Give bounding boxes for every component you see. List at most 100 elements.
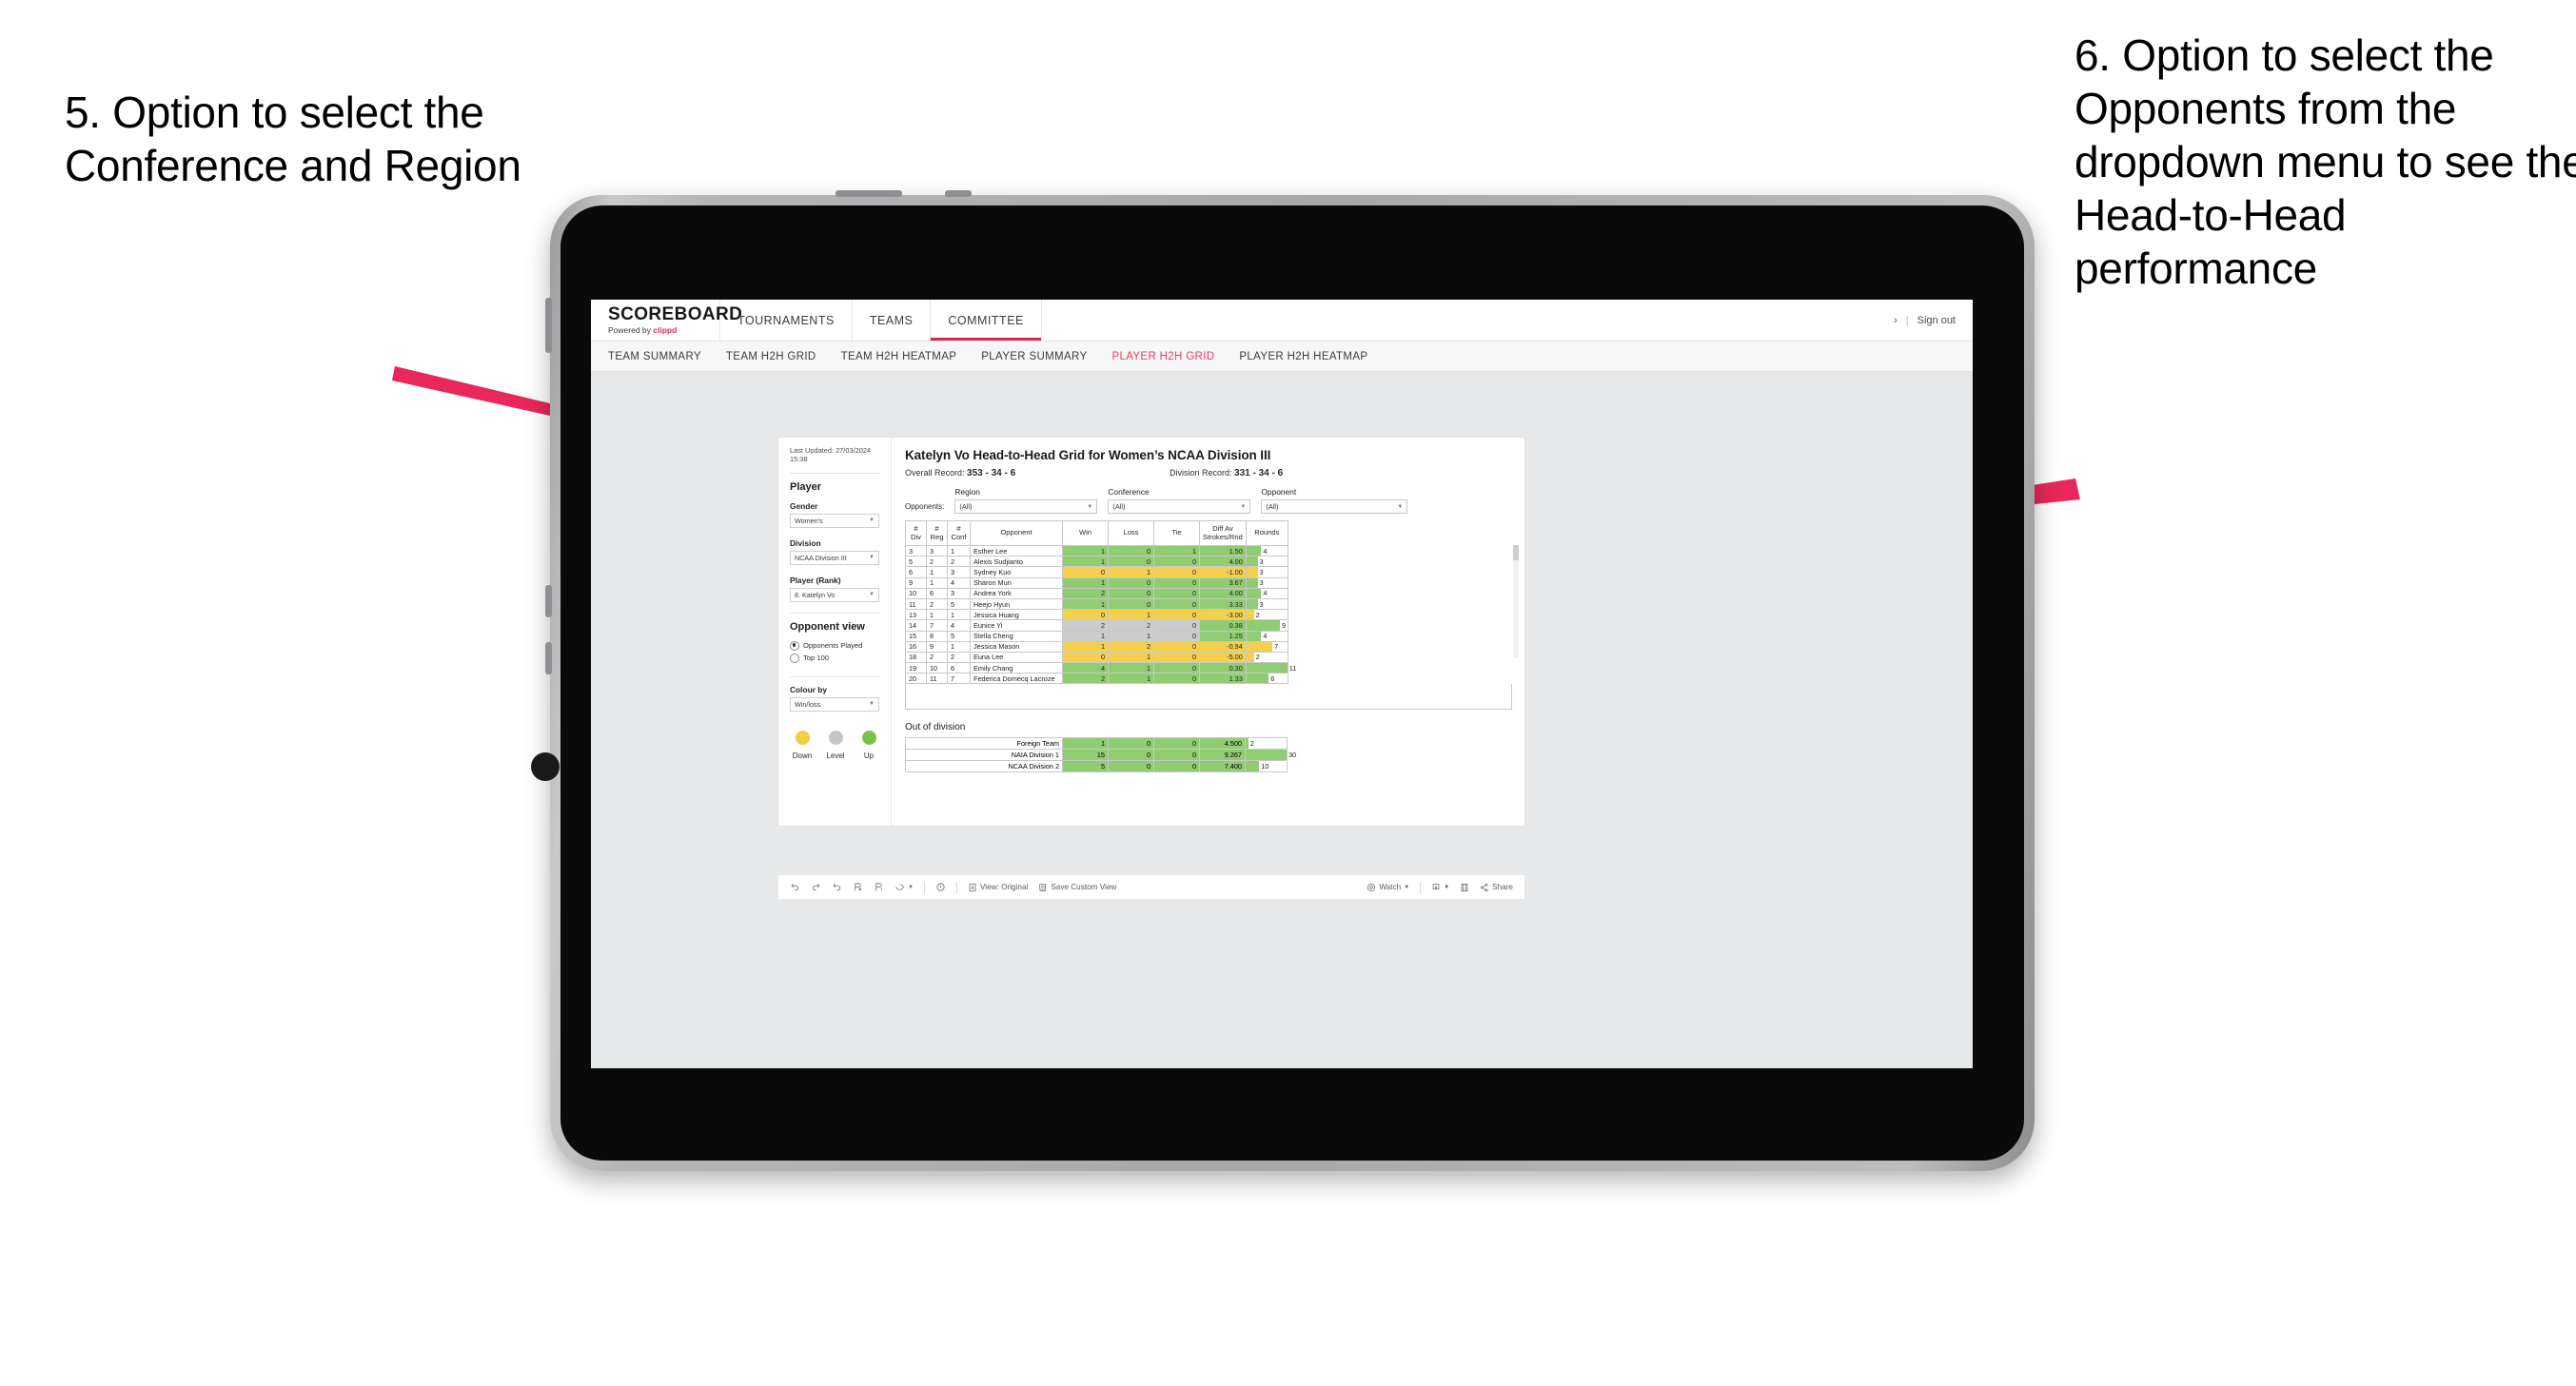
pause-refresh-button[interactable] bbox=[874, 882, 884, 892]
pause-auto-update-button[interactable] bbox=[935, 882, 946, 892]
download-button[interactable]: ▼ bbox=[1431, 883, 1449, 892]
table-row[interactable]: 5 2 2 Alexis Sudjianto 1 0 0 4.00 3 bbox=[905, 556, 1288, 568]
redo-button[interactable] bbox=[811, 882, 821, 892]
division-select[interactable]: NCAA Division III ▼ bbox=[790, 550, 879, 565]
grid-col-header: # Conf bbox=[947, 520, 971, 546]
radio-opponents-played[interactable]: Opponents Played bbox=[790, 640, 879, 651]
cell-conf: 7 bbox=[947, 673, 971, 685]
grid-scrollbar-thumb[interactable] bbox=[1513, 545, 1519, 560]
tab-team-h2h-grid[interactable]: TEAM H2H GRID bbox=[726, 351, 816, 362]
table-row[interactable]: 6 1 3 Sydney Kuo 0 1 0 -1.00 3 bbox=[905, 566, 1288, 578]
power-button[interactable] bbox=[545, 298, 552, 353]
table-row[interactable]: 3 3 1 Esther Lee 1 0 1 1.50 4 bbox=[905, 544, 1288, 557]
cell-tie: 0 bbox=[1153, 566, 1200, 578]
nav-tournaments[interactable]: TOURNAMENTS bbox=[720, 300, 853, 341]
cell-tie: 0 bbox=[1153, 640, 1200, 653]
grid-scrollbar[interactable] bbox=[1513, 545, 1519, 657]
chevron-down-icon: ▼ bbox=[1240, 503, 1247, 510]
table-row[interactable]: 13 1 1 Jessica Huang 0 1 0 -3.00 2 bbox=[905, 609, 1288, 621]
save-custom-view-label: Save Custom View bbox=[1051, 883, 1117, 891]
screenshot-root: 5. Option to select the Conference and R… bbox=[0, 0, 2576, 1386]
table-row[interactable]: 20 11 7 Federica Domecq Lacroze 2 1 0 1.33 6 bbox=[905, 673, 1288, 685]
volume-up-button[interactable] bbox=[545, 585, 552, 617]
gender-select[interactable]: Women's ▼ bbox=[790, 513, 879, 528]
refresh-button[interactable] bbox=[853, 882, 863, 892]
tab-player-h2h-heatmap[interactable]: PLAYER H2H HEATMAP bbox=[1239, 351, 1367, 362]
cell-conf: 4 bbox=[947, 576, 971, 589]
cell-reg: 2 bbox=[926, 651, 948, 664]
table-row[interactable]: Foreign Team 1 0 0 4.500 2 bbox=[905, 737, 1288, 751]
cell-ood-rounds-bar: 2 bbox=[1245, 737, 1288, 751]
opponent-label: Opponent bbox=[1261, 487, 1297, 497]
grid-col-header: # Reg bbox=[926, 520, 948, 546]
grid-col-header: Win bbox=[1062, 520, 1109, 546]
cell-diff: 1.25 bbox=[1199, 630, 1247, 642]
fullscreen-button[interactable] bbox=[1460, 883, 1469, 892]
view-original-label: View: Original bbox=[979, 883, 1029, 891]
view-original-button[interactable]: View: Original bbox=[968, 883, 1028, 892]
legend-item-up: Up bbox=[858, 730, 879, 760]
conference-select[interactable]: (All) ▼ bbox=[1108, 499, 1251, 514]
save-custom-view-button[interactable]: Save Custom View bbox=[1038, 883, 1116, 892]
cell-diff: 0.30 bbox=[1199, 662, 1247, 674]
region-value: (All) bbox=[959, 502, 973, 511]
radio-top-100[interactable]: Top 100 bbox=[790, 653, 879, 663]
radio-top-100-label: Top 100 bbox=[803, 654, 830, 662]
table-row[interactable]: 15 8 5 Stella Cheng 1 1 0 1.25 4 bbox=[905, 630, 1288, 642]
table-row[interactable]: NCAA Division 2 5 0 0 7.400 10 bbox=[905, 760, 1288, 773]
cell-ood-win: 1 bbox=[1062, 737, 1109, 751]
revert-button[interactable] bbox=[832, 882, 842, 892]
annotation-left-text: 5. Option to select the Conference and R… bbox=[65, 88, 521, 191]
cell-loss: 1 bbox=[1108, 630, 1154, 642]
player-rank-select[interactable]: 8. Katelyn Vo ▼ bbox=[790, 587, 879, 602]
nav-committee[interactable]: COMMITTEE bbox=[931, 300, 1042, 341]
table-row[interactable]: 19 10 6 Emily Chang 4 1 0 0.30 11 bbox=[905, 662, 1296, 674]
opponent-select[interactable]: (All) ▼ bbox=[1261, 499, 1408, 514]
chevron-down-icon: ▼ bbox=[1087, 503, 1093, 510]
watch-button[interactable]: Watch ▼ bbox=[1367, 883, 1409, 892]
table-row[interactable]: 18 2 2 Euna Lee 0 1 0 -5.00 2 bbox=[905, 651, 1288, 664]
scoreboard-logo[interactable]: SCOREBOARD Powered by clippd bbox=[591, 300, 742, 341]
h2h-grid-table: # Div # Reg # Conf Opponent Win Loss Tie Diff Av St… bbox=[905, 520, 1296, 685]
legend-dot-level-icon bbox=[828, 730, 843, 745]
cell-win: 1 bbox=[1062, 544, 1109, 557]
table-row[interactable]: NAIA Division 1 15 0 0 9.267 30 bbox=[905, 749, 1296, 762]
table-row[interactable]: 10 6 3 Andrea York 2 0 0 4.00 4 bbox=[905, 587, 1288, 599]
app-header: SCOREBOARD Powered by clippd TOURNAMENTS… bbox=[591, 300, 1973, 342]
nav-teams[interactable]: TEAMS bbox=[853, 300, 932, 341]
colour-by-select[interactable]: Win/loss ▼ bbox=[790, 696, 879, 712]
chevron-right-icon[interactable]: › bbox=[1894, 315, 1898, 326]
undo-history-dropdown[interactable]: ▼ bbox=[895, 882, 914, 892]
cell-ood-label: Foreign Team bbox=[905, 737, 1063, 751]
table-row[interactable]: 11 2 5 Heejo Hyun 1 0 0 3.33 3 bbox=[905, 597, 1288, 611]
overall-record-value: 353 - 34 - 6 bbox=[967, 468, 1016, 478]
tab-player-h2h-grid[interactable]: PLAYER H2H GRID bbox=[1111, 351, 1214, 362]
logo-brand-clippd: clippd bbox=[653, 325, 678, 335]
cell-div: 18 bbox=[905, 651, 927, 664]
share-button[interactable]: Share bbox=[1480, 883, 1513, 892]
tab-team-h2h-heatmap[interactable]: TEAM H2H HEATMAP bbox=[841, 351, 957, 362]
table-row[interactable]: 9 1 4 Sharon Mun 1 0 0 3.67 3 bbox=[905, 576, 1288, 589]
cell-tie: 0 bbox=[1153, 630, 1200, 642]
divider bbox=[790, 612, 879, 614]
cell-div: 10 bbox=[905, 587, 927, 599]
cell-loss: 1 bbox=[1108, 662, 1154, 674]
region-select[interactable]: (All) ▼ bbox=[954, 499, 1098, 514]
undo-button[interactable] bbox=[790, 882, 800, 892]
cell-conf: 5 bbox=[947, 597, 971, 611]
cell-tie: 0 bbox=[1153, 673, 1200, 685]
cell-win: 0 bbox=[1062, 651, 1109, 664]
sign-out-link[interactable]: Sign out bbox=[1917, 315, 1956, 326]
cell-tie: 0 bbox=[1153, 651, 1200, 664]
cell-rounds-bar: 7 bbox=[1245, 640, 1288, 653]
table-row[interactable]: 16 9 1 Jessica Mason 1 2 0 -0.94 7 bbox=[905, 640, 1288, 653]
cell-reg: 1 bbox=[926, 566, 948, 578]
out-of-division-title: Out of division bbox=[905, 722, 966, 733]
header-separator: | bbox=[1905, 314, 1909, 326]
table-row[interactable]: 14 7 4 Eunice Yi 2 2 0 0.38 9 bbox=[905, 619, 1288, 632]
volume-down-button[interactable] bbox=[545, 642, 552, 674]
tab-player-summary[interactable]: PLAYER SUMMARY bbox=[981, 351, 1087, 362]
tab-team-summary[interactable]: TEAM SUMMARY bbox=[608, 351, 701, 362]
chevron-down-icon: ▼ bbox=[1397, 503, 1404, 510]
legend-label-up: Up bbox=[863, 751, 875, 760]
